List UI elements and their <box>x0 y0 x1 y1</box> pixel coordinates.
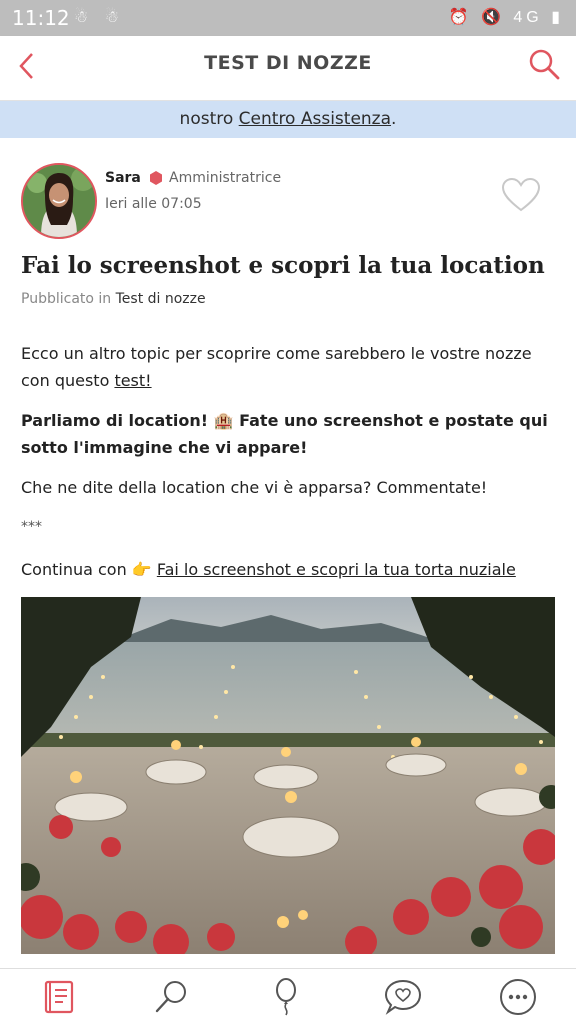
app-bar: TEST DI NOZZE <box>0 36 576 101</box>
info-banner: nostro Centro Assistenza. <box>0 101 576 138</box>
post-paragraph-1: Ecco un altro topic per scoprire come sa… <box>21 340 551 394</box>
test-link[interactable]: test! <box>114 371 151 390</box>
p1-text: Ecco un altro topic per scoprire come sa… <box>21 344 532 390</box>
banner-text: nostro <box>179 109 239 129</box>
more-icon[interactable] <box>498 977 538 1017</box>
system-icons: ⏰ 🔇 4G ▮ <box>448 9 564 26</box>
planner-icon[interactable] <box>38 977 78 1017</box>
published-label: Pubblicato in <box>21 291 112 307</box>
heart-icon[interactable] <box>501 177 541 213</box>
help-center-link[interactable]: Centro Assistenza <box>239 109 391 129</box>
p5-text: Continua con <box>21 560 132 579</box>
notification-icons: ☃ ☃ <box>74 9 126 26</box>
author-role: Amministratrice <box>169 170 282 186</box>
post-title: Fai lo screenshot e scopri la tua locati… <box>21 252 545 279</box>
status-bar: 11:12 ☃ ☃ ⏰ 🔇 4G ▮ <box>0 0 576 36</box>
pointing-hand-emoji-icon: 👉 <box>131 560 152 579</box>
chat-heart-icon[interactable] <box>383 977 423 1017</box>
admin-badge-icon <box>150 171 162 185</box>
separator-text: *** <box>21 519 42 535</box>
post-paragraph-3: Che ne dite della location che vi è appa… <box>21 478 488 497</box>
page-title: TEST DI NOZZE <box>204 52 372 74</box>
published-info: Pubblicato in Test di nozze <box>21 291 206 307</box>
hotel-emoji-icon: 🏨 <box>213 411 234 430</box>
bottom-nav <box>0 968 576 1025</box>
location-photo[interactable] <box>21 597 555 954</box>
search-icon[interactable] <box>526 46 562 82</box>
banner-text-end: . <box>391 109 397 129</box>
cake-test-link[interactable]: Fai lo screenshot e scopri la tua torta … <box>157 560 516 579</box>
category-link[interactable]: Test di nozze <box>116 291 206 307</box>
search-vendors-icon[interactable] <box>152 977 192 1017</box>
status-time: 11:12 <box>12 6 70 30</box>
author-name[interactable]: Sara <box>105 170 141 186</box>
post-paragraph-5: Continua con 👉 Fai lo screenshot e scopr… <box>21 556 551 583</box>
balloon-icon[interactable] <box>266 977 306 1017</box>
post-paragraph-2: Parliamo di location! 🏨 Fate uno screens… <box>21 407 551 461</box>
avatar[interactable] <box>21 163 97 239</box>
post-time: Ieri alle 07:05 <box>105 196 202 212</box>
p2-text-a: Parliamo di location! <box>21 411 214 430</box>
